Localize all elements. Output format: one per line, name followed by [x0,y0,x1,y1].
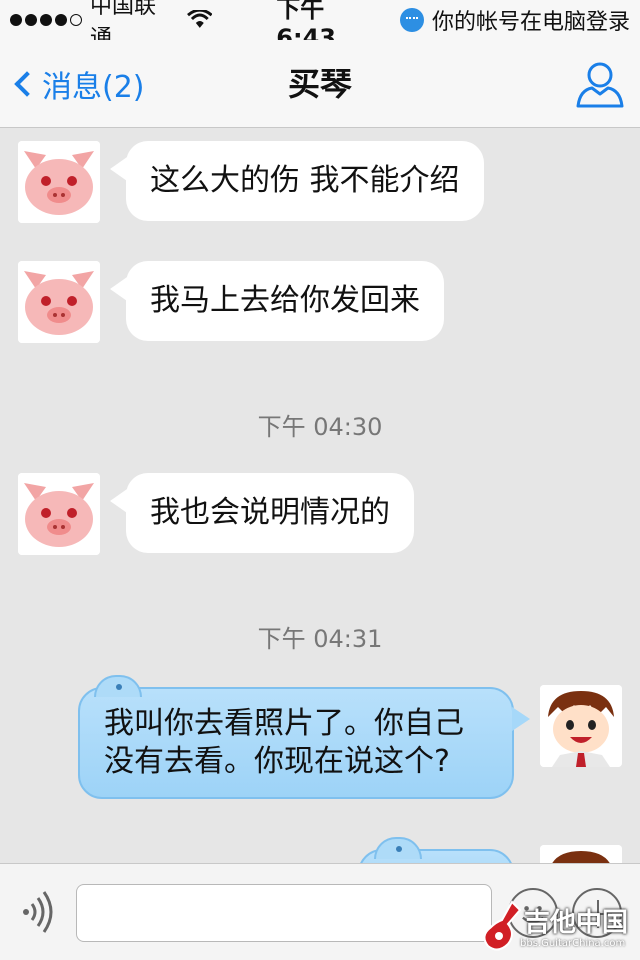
message-line: 没有去看。你现在说这个? [104,744,450,779]
message-input[interactable] [76,884,492,942]
contact-avatar[interactable] [18,141,100,223]
emoji-icon[interactable] [508,888,558,938]
bubble-decoration [374,837,422,859]
message-bubble-outgoing[interactable] [358,837,514,863]
contact-avatar[interactable] [18,261,100,343]
message-bubble-outgoing[interactable]: 我叫你去看照片了。你自己 没有去看。你现在说这个? [78,675,530,799]
navigation-bar: 消息(2) 买琴 [0,40,640,128]
message-bubble-incoming[interactable]: 我也会说明情况的 [110,473,414,553]
timestamp: 下午 04:31 [257,625,383,653]
message-bubble-incoming[interactable]: 我马上去给你发回来 [110,261,444,341]
plus-icon[interactable] [572,888,622,938]
back-button[interactable]: 消息(2) [10,62,145,106]
voice-icon[interactable] [16,890,60,934]
login-notice[interactable]: 你的帐号在电脑登录 [432,4,630,36]
chat-dots-icon [400,8,424,32]
message-bubble-incoming[interactable]: 这么大的伤 我不能介绍 [110,141,484,221]
input-bar [0,863,640,960]
wifi-icon [186,10,213,28]
bubble-decoration [94,675,142,697]
my-avatar[interactable] [540,685,622,767]
message-line: 我叫你去看照片了。你自己 [104,706,464,741]
timestamp: 下午 04:30 [257,413,383,441]
status-bar: 中国联通 下午6:43 你的帐号在电脑登录 [0,0,640,52]
chevron-left-icon [14,71,40,97]
contact-avatar[interactable] [18,473,100,555]
my-avatar[interactable] [540,845,622,863]
profile-icon[interactable] [574,58,626,110]
back-label: 消息(2) [42,70,145,105]
chat-area[interactable]: 这么大的伤 我不能介绍 我马上去给你发回来 下午 04:30 我也会说明情况的 … [0,129,640,863]
signal-strength-icon [10,14,82,26]
bubble-tail [512,707,530,731]
